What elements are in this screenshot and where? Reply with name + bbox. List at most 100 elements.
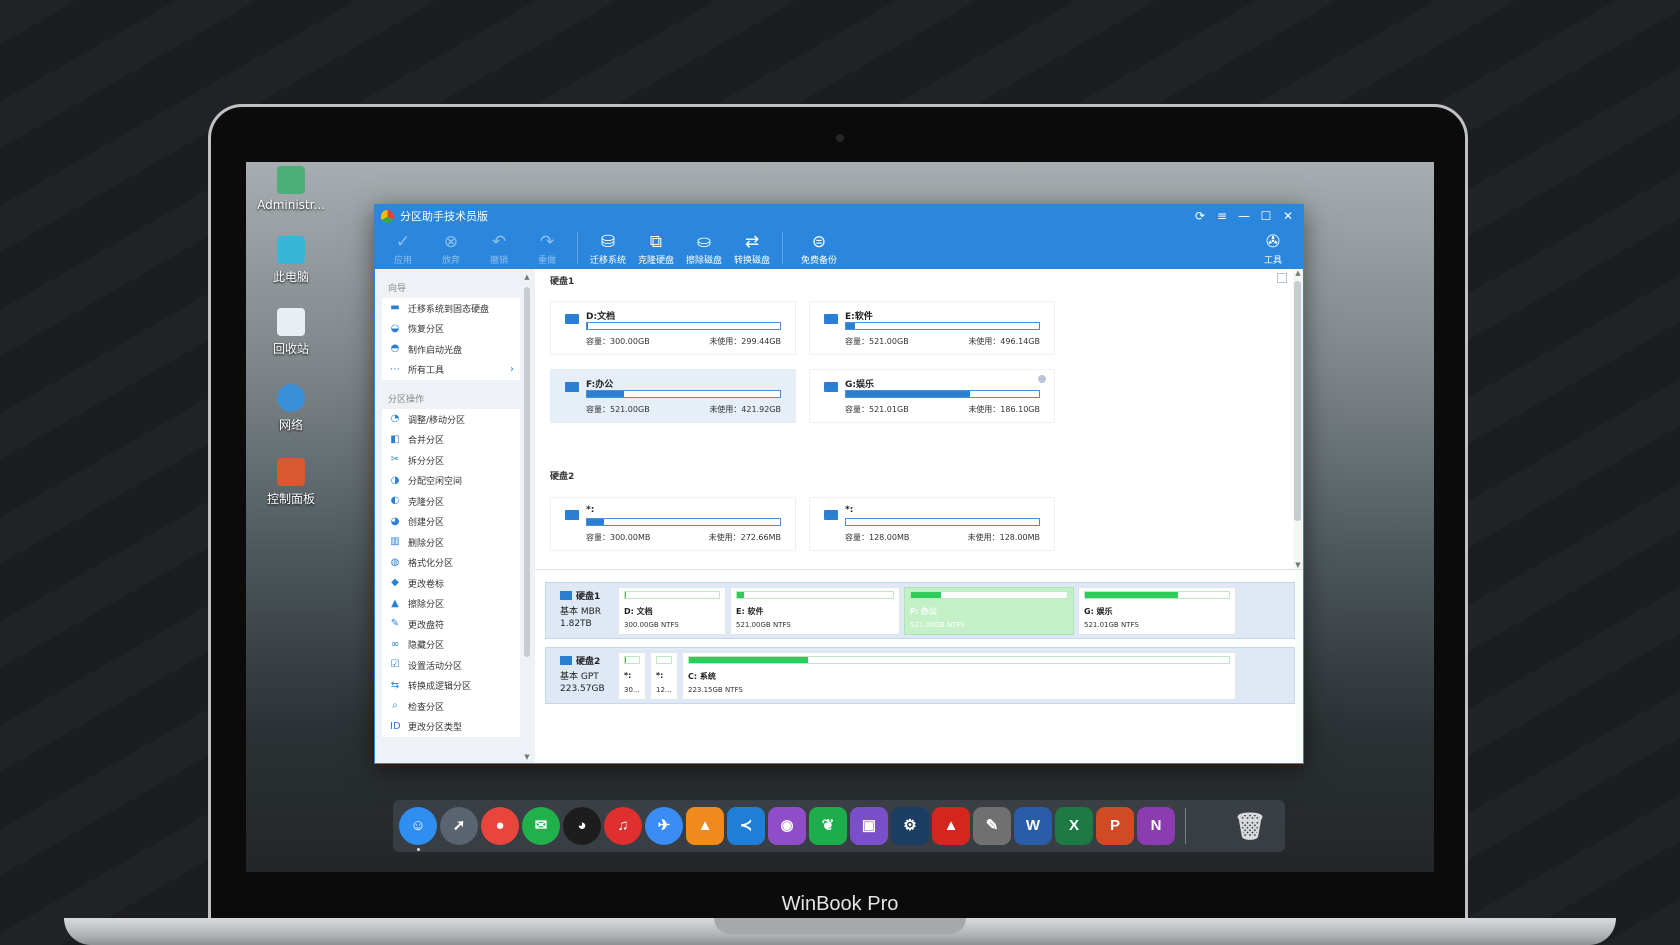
vscode-icon[interactable]: ≺ [727, 807, 765, 845]
window-titlebar[interactable]: 分区助手技术员版 ⟳ ≡ — ☐ ✕ [375, 205, 1303, 227]
disk-map-partition-f[interactable]: F: 办公 521.00GB NTFS [904, 587, 1074, 635]
disk-map-partition-e[interactable]: E: 软件 521.00GB NTFS [730, 587, 900, 635]
sidebar-item-migrate-ssd[interactable]: ▬ 迁移系统到固态硬盘 [382, 298, 520, 319]
recycle-bin-icon [277, 308, 305, 336]
disk-map-partition-d[interactable]: D: 文档 300.00GB NTFS [618, 587, 726, 635]
sidebar-item-check[interactable]: ⌕ 检查分区 [382, 696, 520, 717]
qq-icon[interactable]: ◕ [563, 807, 601, 845]
scroll-up-icon[interactable]: ▲ [1293, 269, 1303, 277]
feishu-icon[interactable]: ✈ [645, 807, 683, 845]
drive-icon [565, 382, 579, 392]
desktop-icon-administrator[interactable]: Administr... [246, 166, 336, 212]
partition-card-d[interactable]: D:文档 容量：300.00GB 未使用：299.44GB [550, 301, 796, 355]
acrobat-icon[interactable]: ▲ [932, 807, 970, 845]
partition-card-f[interactable]: F:办公 容量：521.00GB 未使用：421.92GB [550, 369, 796, 423]
drive-icon [560, 656, 572, 665]
minimize-button[interactable]: — [1233, 205, 1255, 227]
vlc-icon[interactable]: ▲ [686, 807, 724, 845]
sidebar-scrollbar[interactable]: ▲ ▼ [523, 273, 531, 761]
refresh-button[interactable]: ⟳ [1189, 205, 1211, 227]
wipe-disk-button[interactable]: ⛀ 擦除磁盘 [680, 232, 728, 269]
redo-button[interactable]: ↷ 重做 [523, 232, 571, 269]
sidebar-item-change-letter[interactable]: ✎ 更改盘符 [382, 614, 520, 635]
sidebar-item-recover-partition[interactable]: ◒ 恢复分区 [382, 318, 520, 339]
maximize-button[interactable]: ☐ [1255, 205, 1277, 227]
dock: ☺ ➚ ● ✉ ◕ ♫ ✈ ▲ ≺ ◉ ❦ ▣ ⚙ ▲ ✎ W X P N 🗑 [393, 800, 1285, 852]
convert-disk-icon: ⇄ [744, 232, 760, 252]
excel-icon[interactable]: X [1055, 807, 1093, 845]
disk-map-partition-disk2-2[interactable]: *: 12... [650, 652, 678, 700]
github-icon[interactable]: ◉ [768, 807, 806, 845]
partition-usage-fill [625, 657, 627, 663]
tools-button[interactable]: ✇ 工具 [1249, 232, 1297, 269]
view-toggle-icon[interactable] [1277, 273, 1287, 283]
finder-icon[interactable]: ☺ [399, 807, 437, 845]
sidebar-item-wipe-partition[interactable]: ▲ 擦除分区 [382, 593, 520, 614]
sidebar-item-convert-logical[interactable]: ⇆ 转换成逻辑分区 [382, 675, 520, 696]
disk-map-row-disk1[interactable]: 硬盘1 基本 MBR 1.82TB D: 文档 300.00GB NTFS E:… [545, 582, 1295, 639]
sidebar-item-boot-disk[interactable]: ◓ 制作启动光盘 [382, 339, 520, 360]
sidebar-item-delete[interactable]: ▥ 删除分区 [382, 532, 520, 553]
partition-card-e[interactable]: E:软件 容量：521.00GB 未使用：496.14GB [809, 301, 1055, 355]
desktop-icon-this-pc[interactable]: 此电脑 [246, 236, 336, 285]
convert-disk-button[interactable]: ⇄ 转换磁盘 [728, 232, 776, 269]
word-icon[interactable]: W [1014, 807, 1052, 845]
disk-map-row-disk2[interactable]: 硬盘2 基本 GPT 223.57GB *: 30... *: 12... C:… [545, 647, 1295, 704]
sidebar-item-change-label[interactable]: ◆ 更改卷标 [382, 573, 520, 594]
usage-bar-fill [587, 519, 605, 525]
inkscape-icon[interactable]: ✎ [973, 807, 1011, 845]
clone-disk-button[interactable]: ⧉ 克隆硬盘 [632, 232, 680, 269]
sidebar-item-format[interactable]: ◍ 格式化分区 [382, 552, 520, 573]
powerpoint-icon[interactable]: P [1096, 807, 1134, 845]
usage-bar [586, 322, 781, 330]
disk1-label: 硬盘1 基本 MBR 1.82TB [560, 591, 602, 629]
launchpad-icon[interactable]: ➚ [440, 807, 478, 845]
sidebar-item-set-active[interactable]: ☑ 设置活动分区 [382, 655, 520, 676]
disk-map-partition-g[interactable]: G: 娱乐 521.01GB NTFS [1078, 587, 1236, 635]
main-scrollbar[interactable]: ▲ ▼ [1293, 269, 1303, 569]
chrome-icon[interactable]: ● [481, 807, 519, 845]
allocate-icon: ◑ [390, 474, 400, 486]
apply-button[interactable]: ✓ 应用 [379, 232, 427, 269]
sidebar-item-change-type[interactable]: ID 更改分区类型 [382, 716, 520, 737]
wechat-icon[interactable]: ✉ [522, 807, 560, 845]
trash-icon[interactable]: 🗑 [1231, 807, 1269, 845]
sidebar-item-all-tools[interactable]: ⋯ 所有工具 › [382, 359, 520, 380]
partition-card-g[interactable]: G:娱乐 容量：521.01GB 未使用：186.10GB [809, 369, 1055, 423]
evernote-icon[interactable]: ❦ [809, 807, 847, 845]
scroll-up-icon[interactable]: ▲ [523, 273, 531, 281]
sidebar-item-clone-partition[interactable]: ◐ 克隆分区 [382, 491, 520, 512]
sidebar-item-allocate-free[interactable]: ◑ 分配空闲空间 [382, 470, 520, 491]
disk-map-partition-c[interactable]: C: 系统 223.15GB NTFS [682, 652, 1236, 700]
sidebar-item-create[interactable]: ◕ 创建分区 [382, 511, 520, 532]
scroll-down-icon[interactable]: ▼ [1293, 561, 1303, 569]
menu-button[interactable]: ≡ [1211, 205, 1233, 227]
partition-card-disk2-1[interactable]: *: 容量：300.00MB 未使用：272.66MB [550, 497, 796, 551]
sidebar-item-resize-move[interactable]: ◔ 调整/移动分区 [382, 409, 520, 430]
sidebar-scroll-thumb[interactable] [524, 287, 530, 657]
partition-card-disk2-2[interactable]: *: 容量：128.00MB 未使用：128.00MB [809, 497, 1055, 551]
onenote-icon[interactable]: N [1137, 807, 1175, 845]
sidebar-item-merge[interactable]: ◧ 合并分区 [382, 429, 520, 450]
discard-button[interactable]: ⊗ 放弃 [427, 232, 475, 269]
migrate-icon: ▬ [390, 302, 400, 314]
netease-music-icon[interactable]: ♫ [604, 807, 642, 845]
sidebar: 向导 ▬ 迁移系统到固态硬盘 ◒ 恢复分区 ◓ 制作启动光盘 ⋯ 所有工具 › 分区操作 … [375, 269, 535, 763]
partition-usage-bar [1084, 591, 1230, 599]
desktop-icon-control-panel[interactable]: 控制面板 [246, 458, 336, 507]
desktop-icon-network[interactable]: 网络 [246, 384, 336, 433]
undo-button[interactable]: ↶ 撤销 [475, 232, 523, 269]
disk-map-partition-disk2-1[interactable]: *: 30... [618, 652, 646, 700]
partition-usage-fill [911, 592, 941, 598]
sidebar-item-hide[interactable]: ∞ 隐藏分区 [382, 634, 520, 655]
twitch-icon[interactable]: ▣ [850, 807, 888, 845]
scroll-down-icon[interactable]: ▼ [523, 753, 531, 761]
free-backup-button[interactable]: ⊜ 免费备份 [789, 232, 849, 269]
close-button[interactable]: ✕ [1277, 205, 1299, 227]
steam-icon[interactable]: ⚙ [891, 807, 929, 845]
undo-icon: ↶ [491, 232, 507, 252]
migrate-system-button[interactable]: ⛁ 迁移系统 [584, 232, 632, 269]
desktop-icon-recycle-bin[interactable]: 回收站 [246, 308, 336, 357]
sidebar-item-split[interactable]: ✂ 拆分分区 [382, 450, 520, 471]
main-scroll-thumb[interactable] [1294, 281, 1301, 521]
